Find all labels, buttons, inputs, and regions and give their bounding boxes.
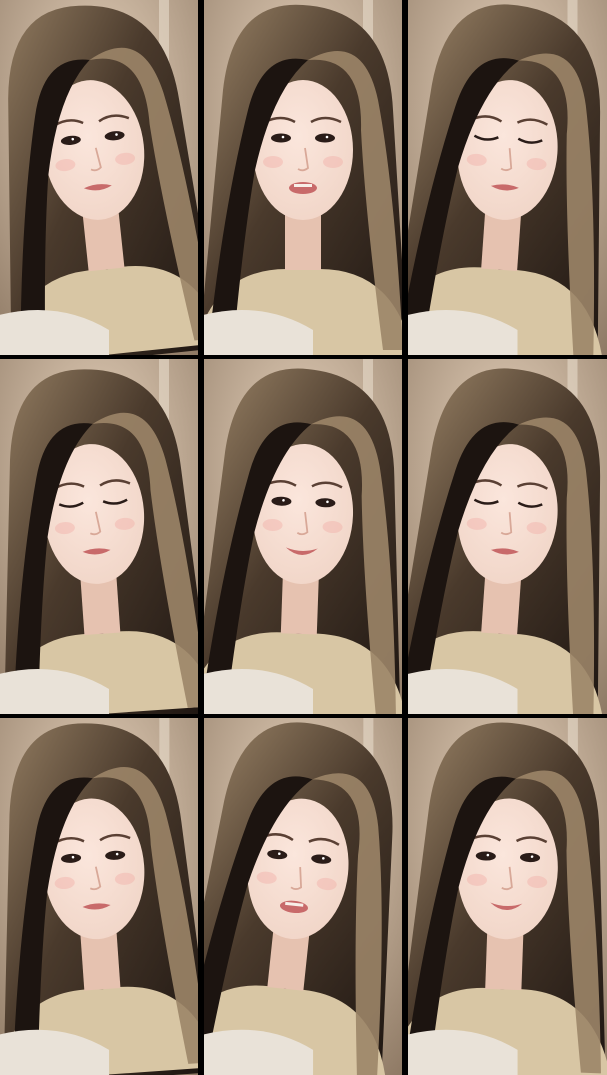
portrait-frame-6 — [408, 359, 607, 714]
portrait-illustration — [408, 0, 607, 355]
figure-group — [204, 722, 393, 1075]
figure-group — [204, 4, 402, 355]
portrait-illustration — [0, 359, 198, 714]
portrait-frame-1 — [0, 0, 198, 355]
portrait-frame-9 — [408, 718, 607, 1075]
eye-left — [271, 133, 291, 143]
figure-group — [204, 368, 402, 714]
teeth — [294, 184, 312, 187]
eye-right-highlight — [325, 135, 329, 139]
portrait-frame-5 — [204, 359, 402, 714]
blush-right — [323, 156, 343, 168]
portrait-frame-4 — [0, 359, 198, 714]
mouth — [289, 182, 317, 194]
eye-left-highlight — [281, 135, 285, 139]
portrait-illustration — [204, 0, 402, 355]
portrait-frame-8 — [204, 718, 402, 1075]
blush-left — [263, 156, 283, 168]
figure-group — [408, 722, 607, 1075]
portrait-illustration — [0, 0, 198, 355]
portrait-illustration — [408, 718, 607, 1075]
portrait-illustration — [408, 359, 607, 714]
portrait-illustration — [204, 718, 402, 1075]
portrait-illustration — [204, 359, 402, 714]
eye-right — [315, 133, 335, 143]
portrait-frame-7 — [0, 718, 198, 1075]
portrait-frame-2 — [204, 0, 402, 355]
portrait-frame-3 — [408, 0, 607, 355]
portrait-illustration — [0, 718, 198, 1075]
photo-collage-grid — [0, 0, 607, 1075]
